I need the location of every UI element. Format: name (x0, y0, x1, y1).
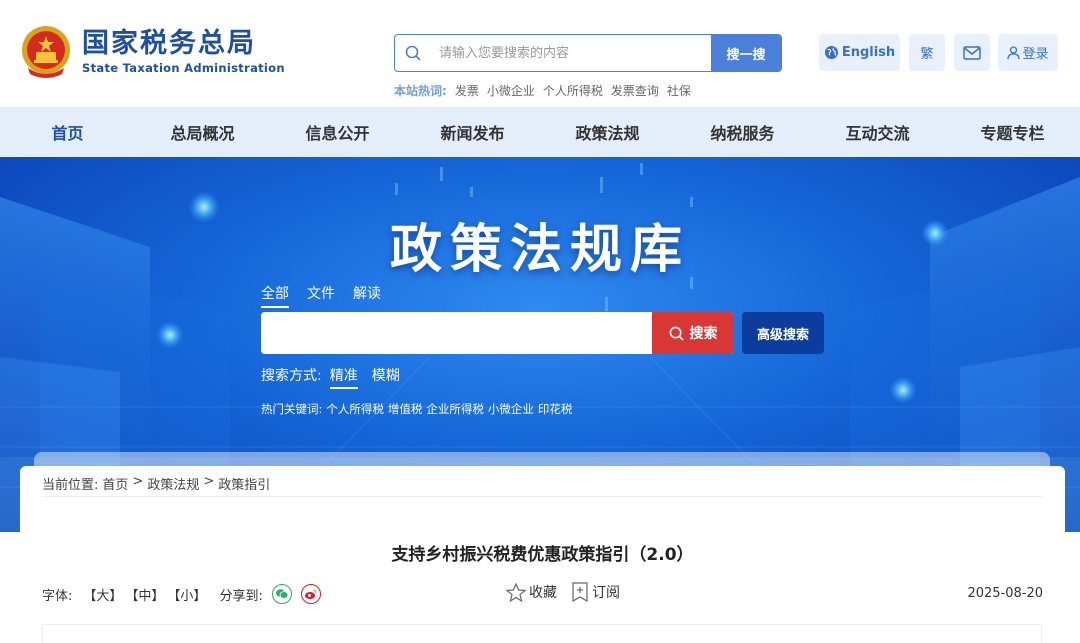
article-tools: 字体: 【大】 【中】 【小】 分享到: (42, 584, 321, 604)
traditional-label: 繁 (920, 47, 934, 62)
nav-item-overview[interactable]: 总局概况 (135, 107, 270, 157)
nav-item-tax-service[interactable]: 纳税服务 (675, 107, 810, 157)
main-nav: 首页 总局概况 信息公开 新闻发布 政策法规 纳税服务 互动交流 专题专栏 (0, 107, 1080, 157)
breadcrumb-separator: > (203, 474, 215, 489)
english-button[interactable]: English (819, 34, 900, 71)
breadcrumb-label: 当前位置: (42, 478, 99, 493)
logo-chinese-name: 国家税务总局 (82, 28, 256, 59)
login-label: 登录 (1022, 47, 1049, 62)
breadcrumb-policy[interactable]: 政策法规 (147, 474, 199, 493)
subscribe-icon (572, 582, 588, 602)
nav-item-policy[interactable]: 政策法规 (540, 107, 675, 157)
user-icon (1007, 45, 1021, 59)
publish-date: 2025-08-20 (967, 586, 1043, 601)
nav-item-info-disclosure[interactable]: 信息公开 (270, 107, 405, 157)
article-actions: 收藏 订阅 (506, 582, 620, 602)
hotword-link[interactable]: 发票 (455, 82, 479, 99)
hot-keywords: 热门关键词: 个人所得税 增值税 企业所得税 小微企业 印花税 (261, 401, 572, 417)
site-hotwords: 本站热词: 发票 小微企业 个人所得税 发票查询 社保 (394, 82, 691, 99)
star-icon (506, 582, 526, 602)
breadcrumb-separator: > (132, 474, 144, 489)
nav-item-special-topics[interactable]: 专题专栏 (945, 107, 1080, 157)
hot-keyword-link[interactable]: 印花税 (538, 401, 573, 417)
font-size-medium[interactable]: 【中】 (125, 585, 164, 604)
search-icon (669, 326, 684, 341)
font-size-large[interactable]: 【大】 (83, 585, 122, 604)
font-size-small[interactable]: 【小】 (167, 585, 206, 604)
site-search-button[interactable]: 搜一搜 (711, 35, 781, 71)
breadcrumb: 当前位置: 首页 > 政策法规 > 政策指引 (42, 474, 270, 493)
weibo-share-icon[interactable] (300, 584, 321, 604)
hotword-link[interactable]: 个人所得税 (543, 82, 603, 99)
font-size-label: 字体: (42, 588, 73, 604)
tab-interpretations[interactable]: 解读 (353, 283, 381, 308)
site-header: 国家税务总局 State Taxation Administration 搜一搜… (0, 0, 1080, 107)
article-body (42, 624, 1042, 643)
hotword-link[interactable]: 小微企业 (487, 82, 535, 99)
policy-search-input[interactable] (261, 312, 652, 354)
site-search: 搜一搜 (394, 34, 782, 72)
favorite-button[interactable]: 收藏 (506, 582, 557, 602)
share-label: 分享到: (219, 588, 263, 604)
hotword-link[interactable]: 发票查询 (611, 82, 659, 99)
site-logo[interactable]: 国家税务总局 State Taxation Administration (20, 24, 285, 80)
nav-item-home[interactable]: 首页 (0, 107, 135, 157)
subscribe-button[interactable]: 订阅 (571, 582, 620, 602)
search-mode-exact[interactable]: 精准 (329, 365, 358, 389)
favorite-label: 收藏 (529, 585, 557, 601)
nav-item-news[interactable]: 新闻发布 (405, 107, 540, 157)
article-card: 当前位置: 首页 > 政策法规 > 政策指引 支持乡村振兴税费优惠政策指引（2.… (20, 466, 1065, 643)
advanced-search-button[interactable]: 高级搜索 (742, 312, 824, 354)
policy-library-title: 政策法规库 (389, 220, 690, 280)
policy-search: 搜索 (261, 312, 734, 354)
search-mode: 搜索方式: 精准 模糊 (261, 365, 400, 389)
mail-button[interactable] (954, 34, 990, 71)
national-emblem-icon (22, 26, 70, 78)
hot-keyword-link[interactable]: 增值税 (388, 401, 423, 417)
article-title: 支持乡村振兴税费优惠政策指引（2.0） (391, 545, 694, 565)
traditional-chinese-button[interactable]: 繁 (909, 34, 945, 71)
policy-search-label: 搜索 (689, 326, 718, 342)
banner-search-tabs: 全部 文件 解读 (261, 283, 381, 308)
breadcrumb-home[interactable]: 首页 (102, 474, 128, 493)
logo-english-name: State Taxation Administration (82, 61, 285, 75)
globe-icon (824, 45, 838, 60)
tab-all[interactable]: 全部 (261, 283, 289, 308)
site-search-input[interactable] (431, 35, 711, 71)
hot-keywords-label: 热门关键词: (261, 402, 323, 416)
search-icon (395, 35, 431, 71)
hot-keyword-link[interactable]: 企业所得税 (426, 401, 484, 417)
mail-icon (963, 45, 981, 60)
breadcrumb-divider (42, 496, 1042, 497)
hot-keyword-link[interactable]: 个人所得税 (326, 401, 384, 417)
tab-documents[interactable]: 文件 (307, 283, 335, 308)
policy-search-button[interactable]: 搜索 (652, 312, 734, 354)
hotword-link[interactable]: 社保 (667, 82, 691, 99)
search-mode-fuzzy[interactable]: 模糊 (372, 365, 400, 389)
wechat-share-icon[interactable] (271, 584, 292, 604)
breadcrumb-guide[interactable]: 政策指引 (218, 474, 270, 493)
login-button[interactable]: 登录 (998, 34, 1058, 71)
search-mode-label: 搜索方式: (261, 368, 322, 384)
nav-item-interaction[interactable]: 互动交流 (810, 107, 945, 157)
hot-keyword-link[interactable]: 小微企业 (488, 401, 534, 417)
subscribe-label: 订阅 (592, 585, 620, 601)
english-label: English (841, 45, 896, 60)
hotwords-label: 本站热词: (394, 84, 447, 98)
